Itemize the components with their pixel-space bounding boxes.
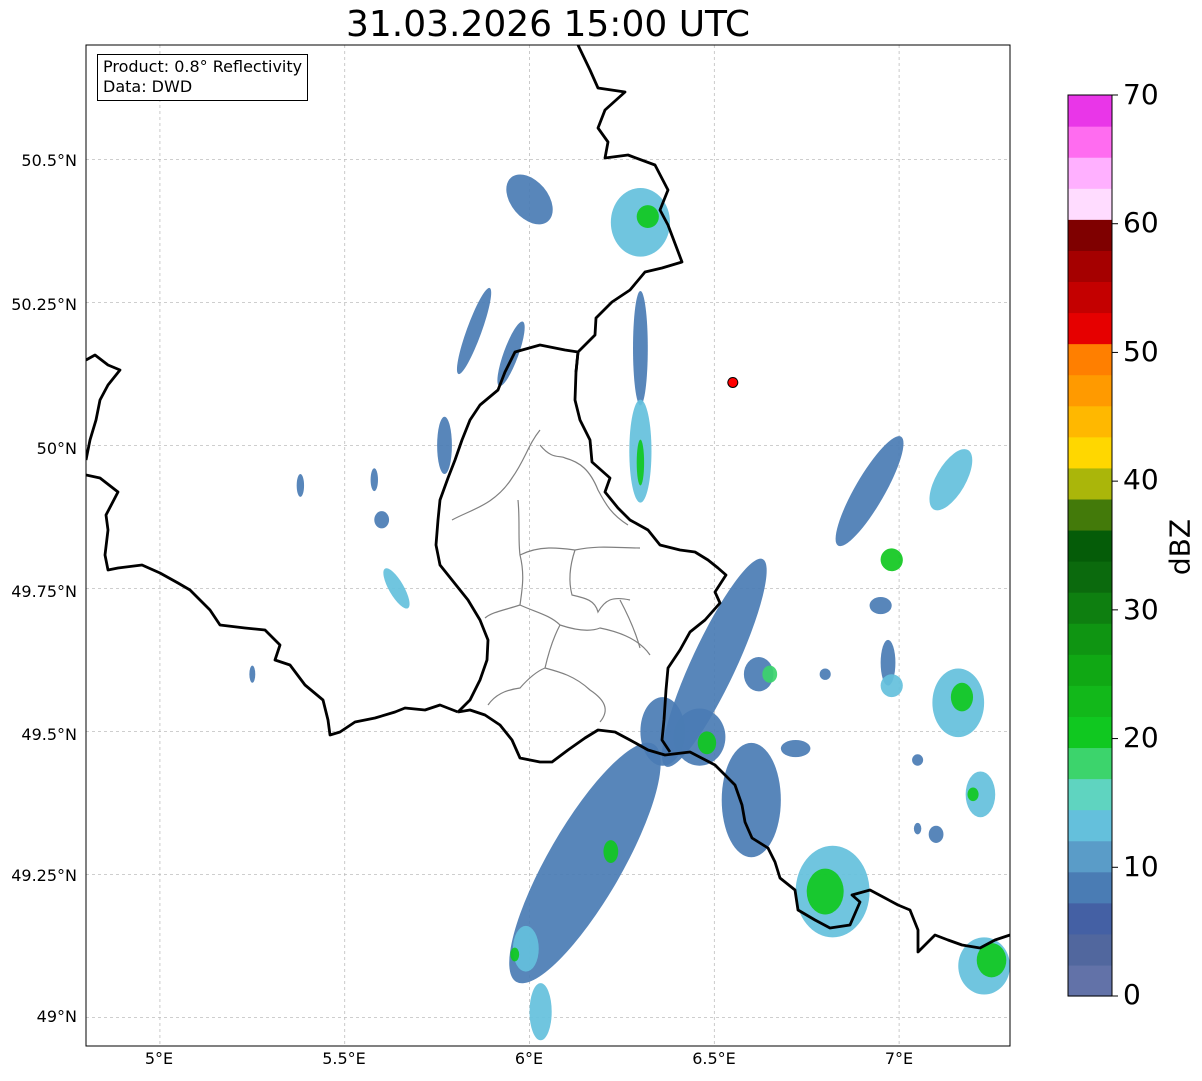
radar-echo — [721, 742, 781, 858]
radar-echo — [636, 205, 659, 229]
radar-echo — [249, 665, 256, 683]
colorbar-tick-label: 60 — [1123, 206, 1159, 239]
lat-tick-label: 49.25°N — [11, 866, 77, 885]
colorbar-segment — [1068, 933, 1112, 966]
colorbar-segment — [1068, 654, 1112, 686]
lon-tick-label: 7°E — [884, 1049, 914, 1068]
product-info-box: Product: 0.8° Reflectivity Data: DWD — [97, 54, 309, 101]
colorbar-tick-label: 0 — [1123, 978, 1141, 1011]
radar-echo — [913, 822, 922, 835]
colorbar-segment — [1068, 467, 1112, 500]
colorbar — [1068, 94, 1118, 997]
radar-echo — [296, 474, 305, 497]
lon-tick-label: 5.5°E — [322, 1049, 366, 1068]
lat-tick-label: 49°N — [36, 1007, 77, 1026]
colorbar-tick-label: 70 — [1123, 78, 1159, 111]
colorbar-segment — [1068, 716, 1112, 749]
radar-echo — [636, 439, 645, 486]
radar-echo — [437, 416, 452, 474]
lon-tick-label: 6°E — [514, 1049, 544, 1068]
colorbar-segment — [1068, 561, 1112, 593]
lon-tick-label: 6.5°E — [692, 1049, 736, 1068]
colorbar-segment — [1068, 840, 1112, 873]
colorbar-segment — [1068, 312, 1112, 345]
colorbar-segment — [1068, 95, 1112, 127]
radar-echo — [370, 468, 378, 492]
colorbar-segment — [1068, 529, 1112, 562]
lat-tick-label: 50.25°N — [11, 295, 77, 314]
colorbar-segment — [1068, 778, 1112, 811]
colorbar-tick-label: 30 — [1123, 593, 1159, 626]
radar-echo — [880, 674, 903, 698]
radar-echo — [780, 739, 811, 758]
radar-echo — [806, 868, 844, 915]
radar-site-marker[interactable] — [727, 376, 739, 388]
colorbar-segment — [1068, 964, 1112, 997]
data-source-label: Data: DWD — [103, 77, 193, 96]
radar-echo — [374, 511, 390, 529]
lat-tick-label: 49.75°N — [11, 582, 77, 601]
radar-echo — [529, 983, 552, 1041]
colorbar-tick-label: 20 — [1123, 721, 1159, 754]
colorbar-segment — [1068, 250, 1112, 283]
radar-echo — [869, 596, 892, 615]
colorbar-segment — [1068, 188, 1112, 220]
colorbar-tick-label: 10 — [1123, 850, 1159, 883]
colorbar-segment — [1068, 809, 1112, 842]
radar-echo — [603, 840, 619, 863]
radar-map — [85, 44, 1118, 1047]
colorbar-tick-label: 40 — [1123, 463, 1159, 496]
colorbar-segment — [1068, 219, 1112, 251]
lat-tick-label: 50.5°N — [21, 151, 77, 170]
colorbar-segment — [1068, 747, 1112, 780]
colorbar-segment — [1068, 157, 1112, 189]
radar-echo — [762, 665, 778, 683]
radar-echo — [950, 682, 974, 712]
colorbar-segment — [1068, 592, 1112, 624]
colorbar-segment — [1068, 281, 1112, 314]
colorbar-segment — [1068, 685, 1112, 717]
lat-tick-label: 50°N — [36, 439, 77, 458]
colorbar-segment — [1068, 902, 1112, 935]
colorbar-segment — [1068, 405, 1112, 438]
colorbar-segment — [1068, 623, 1112, 655]
colorbar-tick-label: 50 — [1123, 335, 1159, 368]
colorbar-segment — [1068, 126, 1112, 158]
product-label: Product: 0.8° Reflectivity — [103, 57, 303, 76]
colorbar-segment — [1068, 343, 1112, 376]
lon-tick-label: 5°E — [144, 1049, 174, 1068]
colorbar-segment — [1068, 871, 1112, 904]
colorbar-segment — [1068, 374, 1112, 407]
radar-echo — [819, 668, 831, 680]
radar-echo — [697, 731, 717, 755]
radar-echo — [928, 825, 944, 843]
colorbar-segment — [1068, 498, 1112, 531]
radar-echo — [912, 754, 924, 766]
lat-tick-label: 49.5°N — [21, 725, 77, 744]
radar-echo — [967, 787, 979, 802]
colorbar-label: dBZ — [1163, 518, 1197, 576]
radar-echo — [633, 290, 648, 406]
radar-echo — [510, 947, 520, 962]
colorbar-segment — [1068, 436, 1112, 469]
